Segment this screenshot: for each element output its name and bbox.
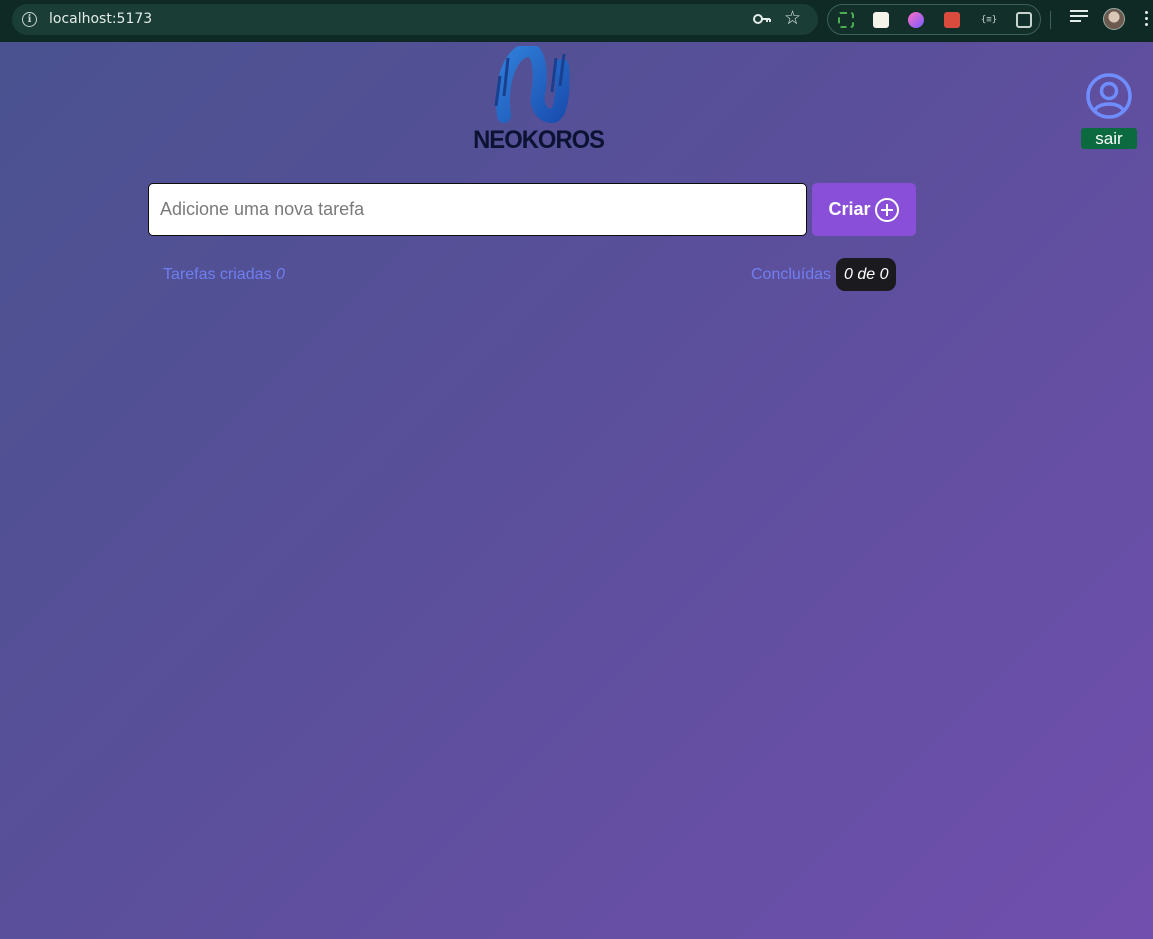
- logo-text: NEOKOROS: [473, 126, 605, 154]
- plus-circle-icon: [874, 197, 899, 222]
- gradient-icon[interactable]: [908, 12, 924, 28]
- bookmark-star-icon[interactable]: ☆: [784, 8, 801, 30]
- address-bar[interactable]: i localhost:5173 ☆: [12, 4, 818, 35]
- profile-avatar[interactable]: [1103, 8, 1125, 30]
- browser-toolbar: i localhost:5173 ☆ {≡}: [0, 0, 1153, 42]
- toolbar-divider: [1050, 11, 1051, 29]
- extensions-group: {≡}: [827, 4, 1041, 35]
- create-button-label: Criar: [828, 199, 871, 219]
- json-icon[interactable]: {≡}: [978, 12, 1000, 28]
- user-circle-icon[interactable]: [1085, 72, 1133, 120]
- logo: NEOKOROS: [470, 46, 605, 156]
- media-queue-icon[interactable]: [1070, 10, 1088, 26]
- site-info-icon[interactable]: i: [22, 12, 37, 27]
- neokoros-logo-icon: [494, 46, 570, 124]
- create-task-button[interactable]: Criar: [812, 183, 916, 236]
- created-tasks-label: Tarefas criadas: [163, 266, 272, 283]
- task-stats: Tarefas criadas 0 Concluídas 0 de 0: [163, 258, 898, 294]
- completed-tasks-label: Concluídas: [751, 266, 832, 283]
- sheets-icon[interactable]: [873, 12, 889, 28]
- url-text[interactable]: localhost:5173: [49, 11, 152, 27]
- created-tasks-stat: Tarefas criadas 0: [163, 265, 285, 285]
- created-tasks-count: 0: [275, 266, 285, 283]
- app-page: NEOKOROS sair Criar Tarefas criadas 0 Co…: [0, 42, 1153, 939]
- new-task-input[interactable]: [148, 183, 807, 236]
- extensions-icon[interactable]: [1016, 12, 1032, 28]
- password-key-icon[interactable]: [752, 11, 772, 27]
- completed-tasks-badge: 0 de 0: [836, 258, 897, 291]
- browser-menu-icon[interactable]: [1145, 11, 1149, 29]
- logout-button[interactable]: sair: [1081, 128, 1137, 149]
- screen-capture-icon[interactable]: [838, 12, 854, 28]
- puzzle-red-icon[interactable]: [944, 12, 960, 28]
